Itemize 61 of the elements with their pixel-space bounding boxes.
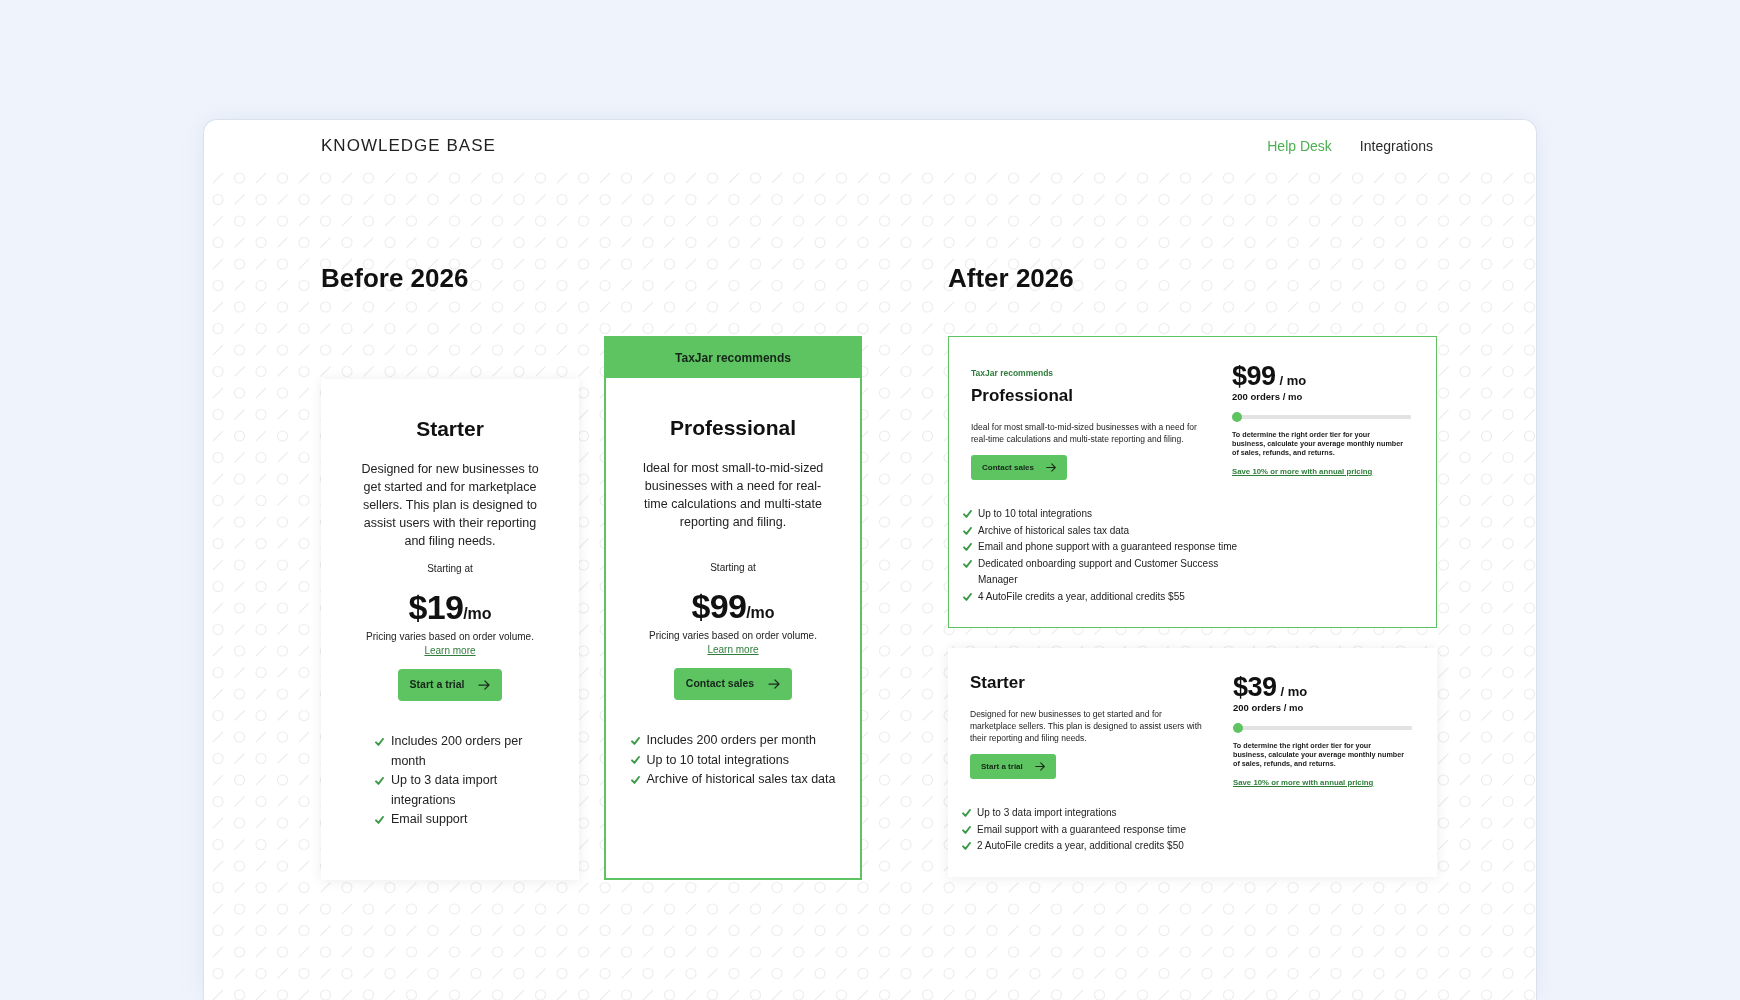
check-icon — [630, 736, 640, 745]
arrow-right-icon — [478, 680, 491, 690]
feature-text: Up to 3 data import integrations — [391, 772, 499, 809]
price-period: /mo — [463, 605, 492, 623]
feature-text: Includes 200 orders per month — [391, 733, 524, 770]
learn-more-link[interactable]: Learn more — [707, 643, 759, 657]
plan-button[interactable]: Start a trial — [970, 754, 1056, 779]
plan-title: Professional — [669, 415, 796, 441]
check-icon — [963, 592, 972, 601]
plan-button[interactable]: Contact sales — [971, 455, 1068, 480]
feature-text: Dedicated onboarding support and Customer Success Manager — [978, 556, 1220, 587]
arrow-right-icon — [768, 679, 781, 689]
price-amount: $39 — [1233, 672, 1277, 702]
arrow-right-icon — [1034, 762, 1045, 771]
slider-thumb[interactable] — [1233, 723, 1243, 733]
check-icon — [375, 737, 384, 746]
feature-text: Includes 200 orders per month — [646, 732, 817, 749]
feature-text: 2 AutoFile credits a year, additional credits $50 — [977, 839, 1184, 853]
feature-text: Archive of historical sales tax data — [978, 523, 1130, 538]
arrow-right-icon — [1046, 463, 1057, 472]
feature-text: Up to 3 data import integrations — [977, 806, 1117, 820]
price-period: / mo — [1280, 684, 1308, 699]
feature-text: Up to 10 total integrations — [646, 751, 789, 769]
price-amount: $99 — [1232, 361, 1276, 391]
feature-text: Archive of historical sales tax data — [646, 771, 836, 788]
feature-text: Email and phone support with a guaranteed response time — [978, 540, 1238, 554]
plan-button[interactable]: Start a trial — [397, 669, 503, 701]
pricing-note: Pricing varies based on order volume. — [366, 630, 534, 644]
recommended-label: TaxJar recommends — [971, 367, 1054, 379]
feature-text: Email support with a guaranteed response time — [977, 822, 1186, 837]
price-caption: Starting at — [710, 561, 756, 575]
plan-title: Professional — [971, 385, 1074, 406]
order-slider[interactable] — [1232, 412, 1411, 422]
feature-text: Up to 10 total integrations — [978, 507, 1092, 521]
section-heading: Before 2026 — [321, 263, 469, 293]
price-caption: Starting at — [427, 562, 473, 576]
order-count: 200 orders / mo — [1233, 702, 1304, 714]
price-period: / mo — [1279, 373, 1307, 388]
check-icon — [375, 815, 384, 824]
plan-description: Ideal for most small-to-mid-sized businesses with a need for real-time calculations and multi-state reporting and filing. — [971, 421, 1198, 445]
check-icon — [375, 776, 384, 785]
plan-description: Designed for new businesses to get started and for marketplace sellers. This plan is designed to assist users with their reporting and filing needs. — [970, 708, 1203, 744]
feature-text: Email support — [391, 811, 468, 828]
plan-description: Designed for new businesses to get started and for marketplace sellers. This plan is designed to assist users with their reporting and filing needs. — [360, 461, 540, 550]
slider-thumb[interactable] — [1232, 412, 1242, 422]
price-amount: $99 — [691, 587, 747, 625]
plan-button[interactable]: Contact sales — [673, 668, 793, 700]
order-count: 200 orders / mo — [1232, 391, 1303, 403]
plan-title: Starter — [970, 672, 1025, 693]
pricing-note: Pricing varies based on order volume. — [649, 629, 817, 643]
feature-text: 4 AutoFile credits a year, additional credits $55 — [978, 589, 1185, 604]
price-period: /mo — [746, 604, 775, 622]
price-amount: $19 — [408, 588, 464, 626]
recommended-banner: TaxJar recommends — [606, 338, 860, 378]
learn-more-link[interactable]: Learn more — [424, 644, 476, 658]
plan-description: Ideal for most small-to-mid-sized businesses with a need for real-time calculations and multi-state reporting and filing. — [641, 460, 825, 531]
nav-link[interactable]: Integrations — [1359, 136, 1433, 155]
site-logo-text[interactable]: KNOWLEDGE BASE — [321, 135, 496, 156]
order-slider[interactable] — [1233, 723, 1412, 733]
plan-title: Starter — [416, 416, 484, 442]
section-heading: After 2026 — [948, 263, 1074, 293]
